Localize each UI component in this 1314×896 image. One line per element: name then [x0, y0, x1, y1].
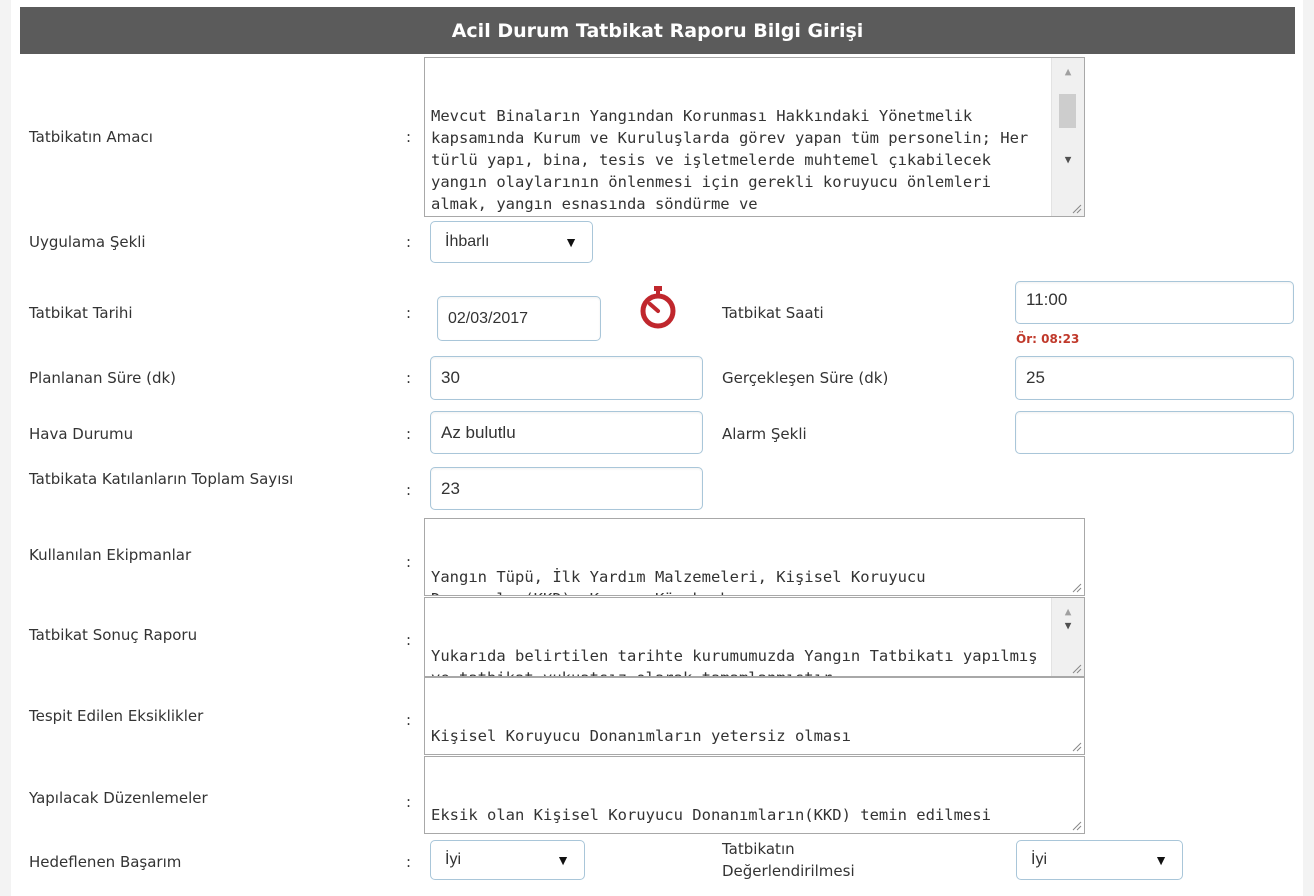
- purpose-textarea[interactable]: Mevcut Binaların Yangından Korunması Hak…: [424, 57, 1085, 217]
- application-select-value: İhbarlı: [445, 233, 490, 250]
- drill-date-input[interactable]: 02/03/2017: [437, 296, 601, 341]
- weather-value: Az bulutlu: [441, 422, 516, 442]
- arrangements-text: Eksik olan Kişisel Koruyucu Donanımların…: [431, 806, 991, 824]
- drill-date-colon: :: [406, 304, 412, 322]
- actual-duration-label: Gerçekleşen Süre (dk): [722, 369, 889, 387]
- drill-time-value: 11:00: [1026, 290, 1068, 309]
- target-performance-select[interactable]: İyi ▼: [430, 840, 585, 880]
- planned-duration-label: Planlanan Süre (dk): [29, 369, 177, 387]
- weather-input[interactable]: Az bulutlu: [430, 411, 703, 454]
- arrangements-textarea[interactable]: Eksik olan Kişisel Koruyucu Donanımların…: [424, 756, 1085, 834]
- alarm-type-label: Alarm Şekli: [722, 425, 807, 443]
- deficiencies-textarea[interactable]: Kişisel Koruyucu Donanımların yetersiz o…: [424, 677, 1085, 755]
- resize-grip-icon[interactable]: [1072, 204, 1082, 214]
- drill-date-value: 02/03/2017: [448, 309, 529, 327]
- drill-time-label: Tatbikat Saati: [722, 304, 824, 322]
- chevron-down-icon: ▼: [1154, 852, 1168, 868]
- target-performance-select-value: İyi: [445, 851, 461, 868]
- stopwatch-icon[interactable]: [635, 284, 681, 330]
- participants-input[interactable]: 23: [430, 467, 703, 510]
- scroll-up-icon[interactable]: ▲: [1052, 62, 1084, 82]
- planned-duration-colon: :: [406, 369, 412, 387]
- alarm-type-input[interactable]: [1015, 411, 1294, 454]
- scroll-down-icon[interactable]: ▼: [1052, 150, 1084, 170]
- target-performance-colon: :: [406, 853, 412, 871]
- planned-duration-input[interactable]: 30: [430, 356, 703, 400]
- arrangements-colon: :: [406, 793, 412, 811]
- deficiencies-text: Kişisel Koruyucu Donanımların yetersiz o…: [431, 727, 851, 745]
- application-label: Uygulama Şekli: [29, 233, 146, 251]
- arrangements-label: Yapılacak Düzenlemeler: [29, 789, 208, 807]
- result-report-colon: :: [406, 631, 412, 649]
- purpose-scrollbar[interactable]: ▲ ▼: [1051, 58, 1084, 216]
- weather-label: Hava Durumu: [29, 425, 134, 443]
- weather-colon: :: [406, 425, 412, 443]
- result-report-text: Yukarıda belirtilen tarihte kurumumuzda …: [431, 647, 1038, 676]
- participants-value: 23: [441, 478, 460, 498]
- purpose-label: Tatbikatın Amacı: [29, 128, 153, 146]
- application-select[interactable]: İhbarlı ▼: [430, 221, 593, 263]
- drill-date-label: Tatbikat Tarihi: [29, 304, 133, 322]
- purpose-colon: :: [406, 128, 412, 146]
- participants-colon: :: [406, 481, 412, 499]
- deficiencies-label: Tespit Edilen Eksiklikler: [29, 707, 204, 725]
- result-report-label: Tatbikat Sonuç Raporu: [29, 626, 198, 644]
- deficiencies-colon: :: [406, 711, 412, 729]
- chevron-down-icon: ▼: [564, 234, 578, 250]
- drill-time-hint: Ör: 08:23: [1016, 332, 1080, 346]
- scroll-thumb[interactable]: [1059, 94, 1076, 128]
- form-title: Acil Durum Tatbikat Raporu Bilgi Girişi: [20, 7, 1295, 54]
- form-title-text: Acil Durum Tatbikat Raporu Bilgi Girişi: [451, 19, 864, 42]
- resize-grip-icon[interactable]: [1072, 821, 1082, 831]
- evaluation-label: Tatbikatın Değerlendirilmesi: [722, 840, 855, 880]
- result-report-textarea[interactable]: Yukarıda belirtilen tarihte kurumumuzda …: [424, 597, 1085, 677]
- resize-grip-icon[interactable]: [1072, 583, 1082, 593]
- evaluation-select-value: İyi: [1031, 851, 1047, 868]
- application-colon: :: [406, 233, 412, 251]
- resize-grip-icon[interactable]: [1072, 664, 1082, 674]
- resize-grip-icon[interactable]: [1072, 742, 1082, 752]
- purpose-text: Mevcut Binaların Yangından Korunması Hak…: [431, 107, 1038, 213]
- page-frame-left: [0, 0, 11, 896]
- target-performance-label: Hedeflenen Başarım: [29, 853, 182, 871]
- planned-duration-value: 30: [441, 368, 460, 387]
- chevron-down-icon: ▼: [556, 852, 570, 868]
- page-frame-right: [1303, 0, 1314, 896]
- drill-time-input[interactable]: 11:00: [1015, 281, 1294, 324]
- scroll-down-icon[interactable]: ▼: [1052, 616, 1084, 636]
- evaluation-select[interactable]: İyi ▼: [1016, 840, 1183, 880]
- participants-label: Tatbikata Katılanların Toplam Sayısı: [29, 470, 294, 488]
- equipment-label: Kullanılan Ekipmanlar: [29, 546, 192, 564]
- equipment-text: Yangın Tüpü, İlk Yardım Malzemeleri, Kiş…: [431, 568, 926, 595]
- equipment-colon: :: [406, 553, 412, 571]
- actual-duration-value: 25: [1026, 368, 1045, 387]
- actual-duration-input[interactable]: 25: [1015, 356, 1294, 400]
- equipment-textarea[interactable]: Yangın Tüpü, İlk Yardım Malzemeleri, Kiş…: [424, 518, 1085, 596]
